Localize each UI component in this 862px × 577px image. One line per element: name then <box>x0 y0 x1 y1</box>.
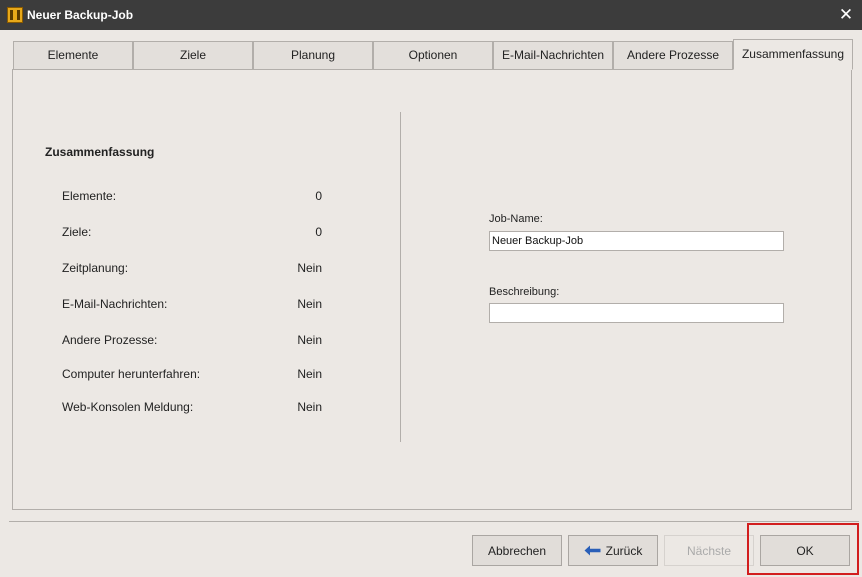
summary-value-computer-herunterfahren: Nein <box>297 367 322 381</box>
summary-value-andere-prozesse: Nein <box>297 333 322 347</box>
job-name-input[interactable] <box>489 231 784 251</box>
title-bar: Neuer Backup-Job ✕ <box>0 0 862 30</box>
cancel-button[interactable]: Abbrechen <box>472 535 562 566</box>
back-button-label: Zurück <box>605 543 643 558</box>
summary-value-zeitplanung: Nein <box>297 261 322 275</box>
summary-label-email: E-Mail-Nachrichten: <box>62 297 168 311</box>
summary-label-web-konsolen: Web-Konsolen Meldung: <box>62 400 194 414</box>
tab-elemente[interactable]: Elemente <box>13 41 133 70</box>
tab-content-panel <box>12 69 852 510</box>
summary-label-zeitplanung: Zeitplanung: <box>62 261 129 275</box>
summary-label-elemente: Elemente: <box>62 189 117 203</box>
description-label: Beschreibung: <box>489 286 560 298</box>
summary-value-web-konsolen: Nein <box>297 400 322 414</box>
back-button[interactable]: Zurück <box>568 535 658 566</box>
summary-value-ziele: 0 <box>315 225 322 239</box>
ok-button-highlight <box>747 523 859 575</box>
summary-value-email: Nein <box>297 297 322 311</box>
tab-planung[interactable]: Planung <box>253 41 373 70</box>
next-button[interactable]: Nächste <box>664 535 754 566</box>
tab-optionen[interactable]: Optionen <box>373 41 493 70</box>
description-input[interactable] <box>489 303 784 323</box>
next-button-label: Nächste <box>686 543 732 558</box>
summary-label-andere-prozesse: Andere Prozesse: <box>62 333 158 347</box>
arrow-left-icon <box>584 545 601 556</box>
window-title: Neuer Backup-Job <box>27 8 134 22</box>
tab-andere-prozesse[interactable]: Andere Prozesse <box>613 41 733 70</box>
tab-zusammenfassung[interactable]: Zusammenfassung <box>733 39 853 70</box>
cancel-button-label: Abbrechen <box>487 543 547 558</box>
tab-ziele[interactable]: Ziele <box>133 41 253 70</box>
tab-email-nachrichten[interactable]: E-Mail-Nachrichten <box>493 41 613 70</box>
footer-divider <box>9 521 859 522</box>
job-name-label: Job-Name: <box>489 213 543 225</box>
vertical-divider <box>400 112 401 442</box>
summary-heading: Zusammenfassung <box>45 145 155 159</box>
close-icon[interactable]: ✕ <box>834 4 858 26</box>
summary-value-elemente: 0 <box>315 189 322 203</box>
summary-label-computer-herunterfahren: Computer herunterfahren: <box>62 367 201 381</box>
backup-app-icon <box>7 7 23 23</box>
summary-label-ziele: Ziele: <box>62 225 92 239</box>
